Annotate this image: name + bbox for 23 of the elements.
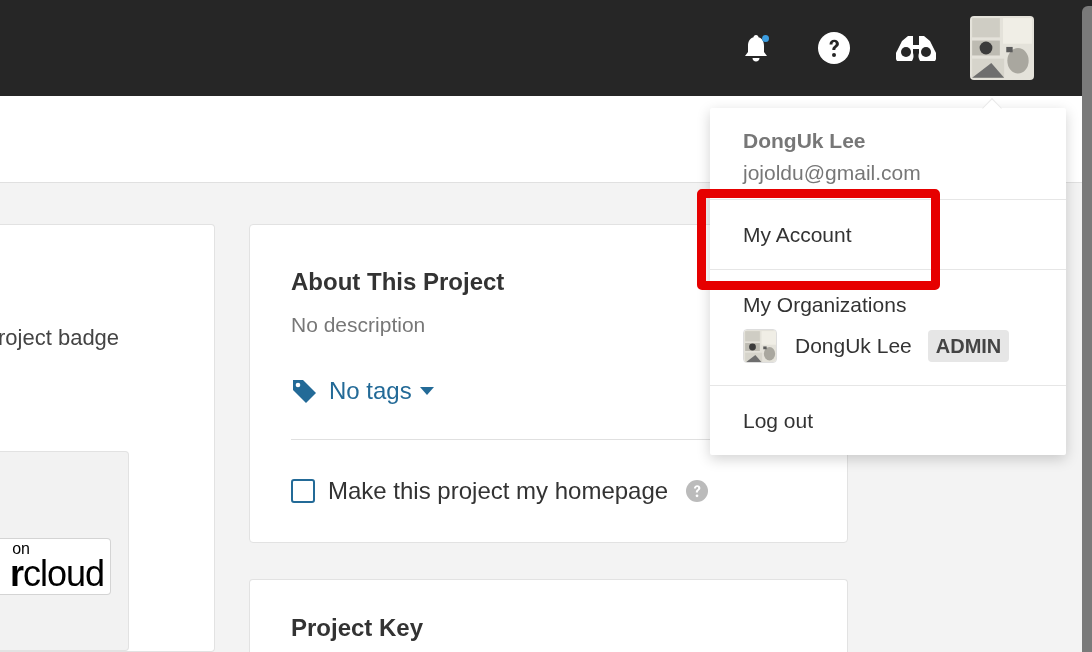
card-title: About This Project [291,267,506,297]
user-email: jojoldu@gmail.com [743,161,922,185]
checkbox[interactable] [291,479,315,503]
tags-dropdown[interactable]: No tags [329,376,434,406]
section-heading: My Organizations [743,292,908,318]
menu-item[interactable]: Log out [710,386,1066,455]
binoculars-icon[interactable] [896,35,936,61]
card-title: Project Key [291,614,425,642]
caret-icon [419,387,434,395]
tag-icon [291,378,317,404]
user-name: DongUk Lee [743,128,867,154]
help-icon[interactable] [818,32,850,64]
description-text: No description [291,312,427,338]
badge-superscript: on [12,541,30,557]
organization-name: DongUk Lee [795,333,912,360]
bell-icon[interactable] [742,33,770,63]
scrollbar[interactable] [1082,6,1092,652]
organization-item[interactable]: DongUk Lee ADMIN [743,329,1033,363]
role-badge: ADMIN [927,330,1010,362]
checkbox-label: Make this project my homepage [328,476,669,506]
menu-item[interactable]: My Account [710,200,1066,269]
badge-text: roject badge [0,324,121,352]
badge-wordmark: rcloud [9,557,104,591]
